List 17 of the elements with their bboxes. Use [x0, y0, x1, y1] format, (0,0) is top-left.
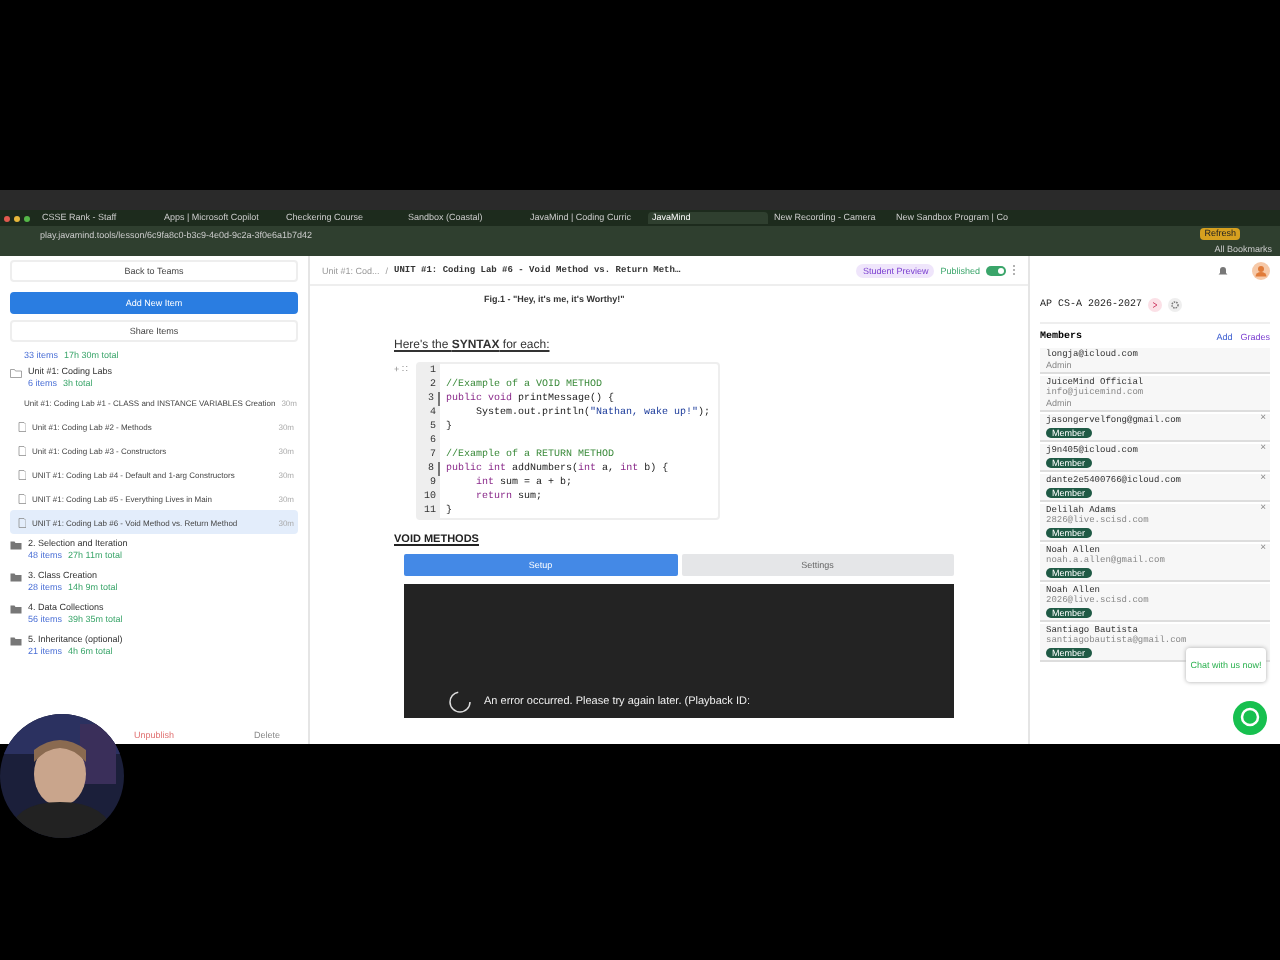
folder-outline-icon: [10, 368, 22, 378]
folder-icon: [10, 572, 22, 582]
document-icon: [18, 445, 26, 455]
bell-icon: [1218, 266, 1228, 276]
folder-icon: [10, 604, 22, 614]
chat-button-icon: [1232, 700, 1268, 736]
document-icon: [18, 517, 26, 527]
document-icon: [18, 493, 26, 503]
published-toggle[interactable]: [986, 265, 1006, 275]
gear-icon: [1168, 297, 1183, 311]
share-icon: [1148, 297, 1163, 311]
document-icon: [18, 469, 26, 479]
avatar-icon: [1252, 262, 1270, 280]
folder-icon: [10, 636, 22, 646]
spinner-icon: [448, 690, 472, 714]
document-icon: [18, 421, 26, 431]
folder-icon: [10, 540, 22, 550]
